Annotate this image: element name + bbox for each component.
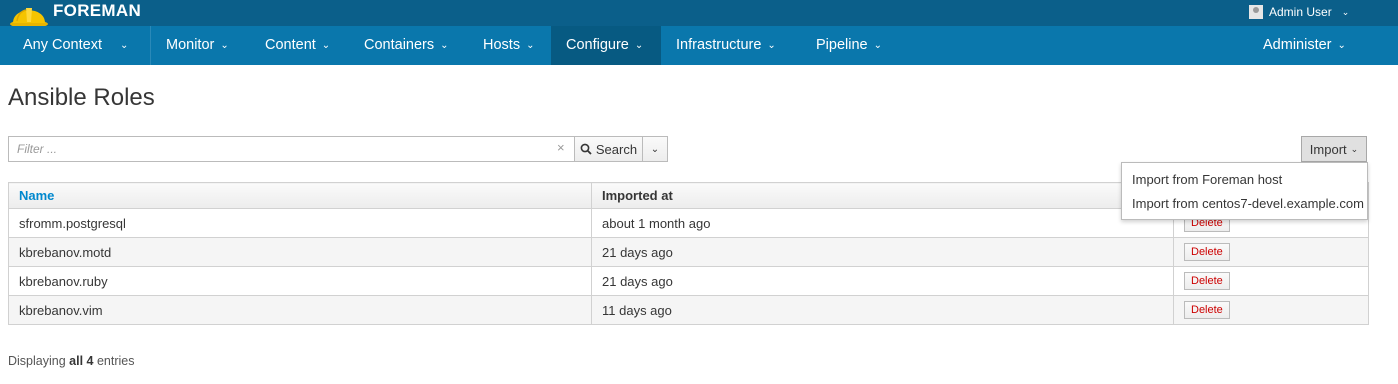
chevron-down-icon: ⌄ xyxy=(440,40,449,51)
nav-label: Hosts xyxy=(483,37,521,53)
pagination-summary: Displaying all 4 entries xyxy=(8,354,135,368)
chevron-down-icon: ⌄ xyxy=(767,40,776,51)
chevron-down-icon: ⌄ xyxy=(634,40,644,51)
brand-name[interactable]: FOREMAN xyxy=(53,1,141,21)
menu-item-import-centos7-devel[interactable]: Import from centos7-devel.example.com xyxy=(1122,195,1367,219)
search-bar: × Search ⌄ xyxy=(8,136,668,162)
imported-at: 21 days ago xyxy=(591,237,1174,267)
nav-label: Administer xyxy=(1263,37,1332,53)
column-header-imported-at: Imported at xyxy=(591,182,1174,209)
nav-content[interactable]: Content ⌄ xyxy=(265,26,330,65)
pagination-count: all 4 xyxy=(69,354,94,368)
actions-cell: Delete xyxy=(1173,237,1369,267)
table-row: kbrebanov.vim 11 days ago Delete xyxy=(8,295,1369,325)
chevron-down-icon: ⌄ xyxy=(873,40,882,51)
delete-button[interactable]: Delete xyxy=(1184,243,1230,261)
pagination-suffix: entries xyxy=(96,354,135,368)
nav-infrastructure[interactable]: Infrastructure ⌄ xyxy=(676,26,776,65)
nav-label: Pipeline xyxy=(816,37,868,53)
chevron-down-icon: ⌄ xyxy=(650,143,660,155)
nav-label: Monitor xyxy=(166,37,215,53)
nav-label: Containers xyxy=(364,37,435,53)
search-input[interactable] xyxy=(8,136,575,162)
nav-administer[interactable]: Administer ⌄ xyxy=(1263,26,1346,65)
nav-context-selector[interactable]: Any Context ⌄ xyxy=(23,26,128,65)
pagination-prefix: Displaying xyxy=(8,354,66,368)
user-name: Admin User xyxy=(1269,5,1332,19)
bookmarks-dropdown-button[interactable]: ⌄ xyxy=(643,136,668,162)
table-row: kbrebanov.motd 21 days ago Delete xyxy=(8,237,1369,267)
delete-button[interactable]: Delete xyxy=(1184,272,1230,290)
actions-cell: Delete xyxy=(1173,266,1369,296)
nav-context-label: Any Context xyxy=(23,37,102,53)
nav-label: Configure xyxy=(566,37,629,53)
search-button-label: Search xyxy=(595,141,638,157)
role-name: kbrebanov.motd xyxy=(8,237,592,267)
nav-pipeline[interactable]: Pipeline ⌄ xyxy=(816,26,882,65)
delete-button[interactable]: Delete xyxy=(1184,301,1230,319)
imported-at: about 1 month ago xyxy=(591,208,1174,238)
chevron-down-icon: ⌄ xyxy=(1341,6,1350,17)
imported-at: 21 days ago xyxy=(591,266,1174,296)
actions-cell: Delete xyxy=(1173,295,1369,325)
chevron-down-icon: ⌄ xyxy=(120,40,129,51)
chevron-down-icon: ⌄ xyxy=(1350,143,1359,154)
avatar xyxy=(1249,5,1263,19)
import-dropdown-menu: Import from Foreman host Import from cen… xyxy=(1121,162,1368,220)
role-name: kbrebanov.ruby xyxy=(8,266,592,296)
close-icon[interactable]: × xyxy=(557,140,565,155)
imported-at: 11 days ago xyxy=(591,295,1174,325)
nav-containers[interactable]: Containers ⌄ xyxy=(364,26,449,65)
table-row: kbrebanov.ruby 21 days ago Delete xyxy=(8,266,1369,296)
chevron-down-icon: ⌄ xyxy=(220,40,229,51)
menu-item-import-foreman-host[interactable]: Import from Foreman host xyxy=(1122,171,1367,195)
import-button-label: Import xyxy=(1309,141,1347,157)
nav-configure[interactable]: Configure ⌄ xyxy=(551,26,661,65)
top-bar: FOREMAN Admin User ⌄ xyxy=(0,0,1398,28)
search-icon xyxy=(580,143,592,155)
chevron-down-icon: ⌄ xyxy=(1337,40,1346,51)
nav-divider xyxy=(150,26,151,65)
main-navbar: Any Context ⌄ Monitor ⌄ Content ⌄ Container… xyxy=(0,26,1398,65)
nav-monitor[interactable]: Monitor ⌄ xyxy=(166,26,229,65)
nav-label: Infrastructure xyxy=(676,37,762,53)
nav-label: Content xyxy=(265,37,316,53)
import-button[interactable]: Import ⌄ xyxy=(1301,136,1367,162)
column-header-name[interactable]: Name xyxy=(8,182,592,209)
chevron-down-icon: ⌄ xyxy=(526,40,535,51)
nav-hosts[interactable]: Hosts ⌄ xyxy=(483,26,534,65)
chevron-down-icon: ⌄ xyxy=(321,40,331,51)
role-name: kbrebanov.vim xyxy=(8,295,592,325)
page-title: Ansible Roles xyxy=(8,84,155,111)
user-menu[interactable]: Admin User ⌄ xyxy=(1249,5,1349,19)
search-button[interactable]: Search xyxy=(575,136,643,162)
role-name: sfromm.postgresql xyxy=(8,208,592,238)
